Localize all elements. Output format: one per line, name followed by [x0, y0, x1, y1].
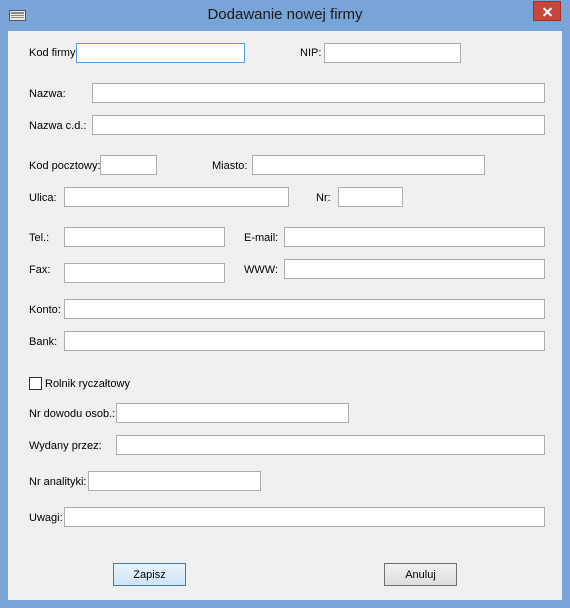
nazwa-cd-input[interactable] — [92, 115, 545, 135]
window-title: Dodawanie nowej firmy — [207, 6, 363, 23]
kod-firmy-input[interactable] — [76, 43, 245, 63]
uwagi-label: Uwagi: — [29, 512, 63, 524]
cancel-button[interactable]: Anuluj — [384, 563, 457, 586]
email-input[interactable] — [284, 227, 545, 247]
nazwa-label: Nazwa: — [29, 88, 66, 100]
nazwa-input[interactable] — [92, 83, 545, 103]
nip-input[interactable] — [324, 43, 461, 63]
www-label: WWW: — [244, 264, 279, 276]
rolnik-checkbox[interactable] — [29, 377, 42, 390]
rolnik-label[interactable]: Rolnik ryczałtowy — [45, 378, 130, 390]
bank-label: Bank: — [29, 336, 58, 348]
miasto-input[interactable] — [252, 155, 485, 175]
tel-label: Tel.: — [29, 232, 50, 244]
kod-firmy-label: Kod firmy: — [29, 47, 79, 59]
bank-input[interactable] — [64, 331, 545, 351]
email-label: E-mail: — [244, 232, 279, 244]
nip-label: NIP: — [300, 47, 322, 59]
nr-input[interactable] — [338, 187, 403, 207]
wydany-przez-input[interactable] — [116, 435, 545, 455]
uwagi-input[interactable] — [64, 507, 545, 527]
nr-dowodu-label: Nr dowodu osob.: — [29, 408, 116, 420]
ulica-input[interactable] — [64, 187, 289, 207]
title-bar: Dodawanie nowej firmy — [0, 0, 570, 31]
fax-input[interactable] — [64, 263, 225, 283]
close-button[interactable] — [533, 1, 561, 21]
ulica-label: Ulica: — [29, 192, 57, 204]
nr-dowodu-input[interactable] — [116, 403, 349, 423]
fax-label: Fax: — [29, 264, 51, 276]
save-button[interactable]: Zapisz — [113, 563, 186, 586]
tel-input[interactable] — [64, 227, 225, 247]
konto-input[interactable] — [64, 299, 545, 319]
wydany-przez-label: Wydany przez: — [29, 440, 102, 452]
dialog-window: Dodawanie nowej firmy Kod firmy: NIP: Na… — [0, 0, 570, 608]
konto-label: Konto: — [29, 304, 61, 316]
www-input[interactable] — [284, 259, 545, 279]
nr-analityki-label: Nr analityki: — [29, 476, 87, 488]
miasto-label: Miasto: — [212, 160, 248, 172]
nr-analityki-input[interactable] — [88, 471, 261, 491]
nazwa-cd-label: Nazwa c.d.: — [29, 120, 87, 132]
nr-label: Nr: — [316, 192, 331, 204]
kod-pocztowy-label: Kod pocztowy: — [29, 160, 101, 172]
kod-pocztowy-input[interactable] — [100, 155, 157, 175]
